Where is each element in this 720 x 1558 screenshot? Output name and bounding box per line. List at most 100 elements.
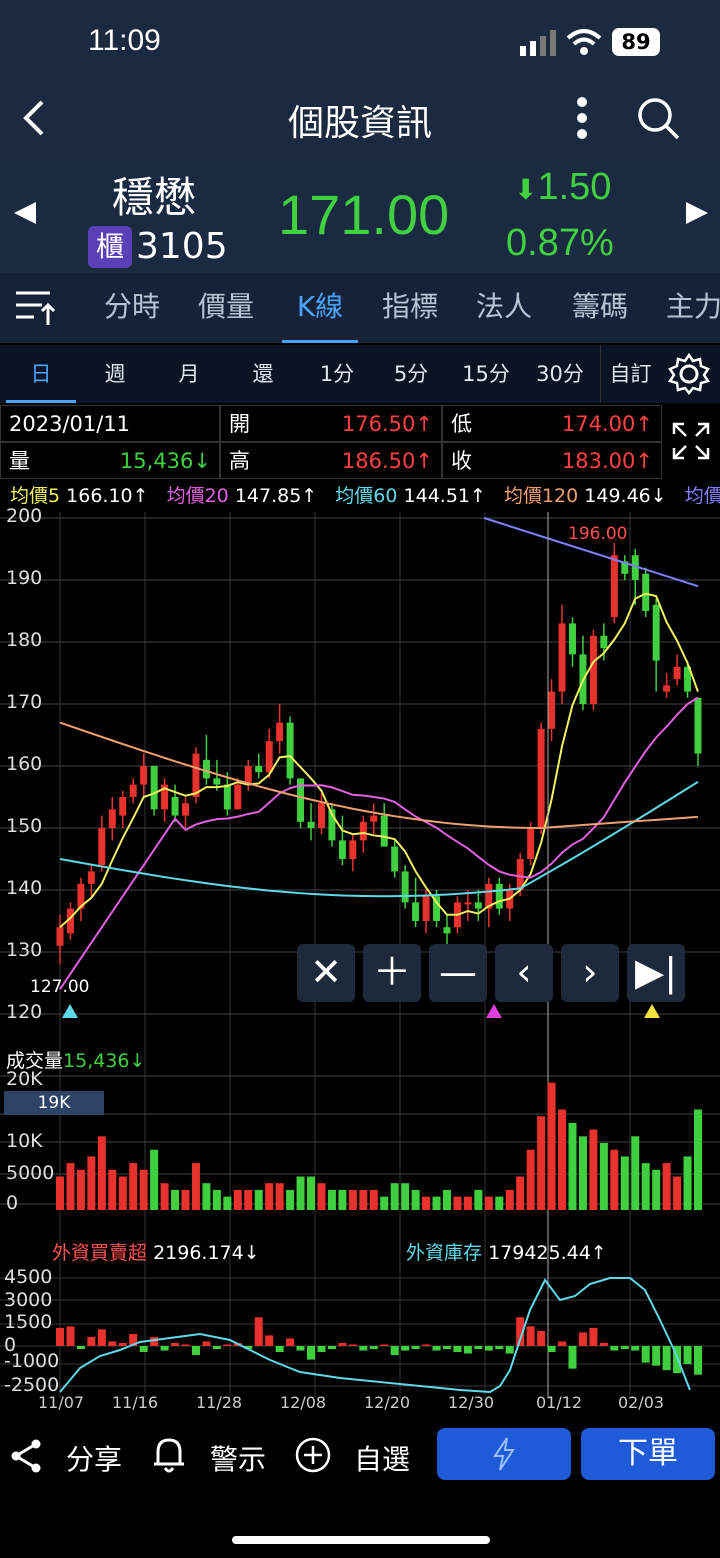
candle-body <box>182 803 190 816</box>
foreign-net-bar <box>97 1329 106 1346</box>
volume-bar <box>171 1189 180 1210</box>
quick-order-button[interactable] <box>437 1428 571 1480</box>
prev-stock-icon[interactable] <box>12 200 38 226</box>
candle-body <box>87 871 95 884</box>
volume-bar <box>505 1189 514 1210</box>
foreign-net-bar <box>432 1346 441 1351</box>
period-15min[interactable]: 15分 <box>450 345 522 403</box>
foreign-net-bar <box>108 1341 117 1346</box>
candle-body <box>673 666 681 680</box>
foreign-net-bar <box>286 1338 295 1346</box>
zoom-out-button[interactable]: — <box>429 944 487 1002</box>
close-chart-button[interactable]: ✕ <box>297 944 355 1002</box>
add-watch-icon[interactable] <box>294 1436 332 1474</box>
period-30min[interactable]: 30分 <box>524 345 596 403</box>
volume-bar <box>694 1109 702 1210</box>
price-axis-160: 160 <box>6 753 43 775</box>
foreign-net-bar <box>223 1344 232 1346</box>
volume-bar <box>547 1082 556 1210</box>
low-label: 低 <box>451 412 472 436</box>
foreign-net-bar <box>87 1336 96 1346</box>
foreign-net-bar <box>254 1317 263 1346</box>
candle-body <box>129 784 137 797</box>
tab-indicator[interactable]: 指標 <box>372 273 448 343</box>
volume-bar <box>474 1189 483 1210</box>
volume-bar <box>296 1176 305 1210</box>
close-value: 183.00↑ <box>561 449 653 473</box>
candle-body <box>412 902 420 921</box>
stock-code: 3105 <box>136 226 228 267</box>
volume-bar <box>599 1143 608 1210</box>
bottom-bar: 分享 警示 自選 下單 <box>0 1410 720 1558</box>
foreign-net-bar <box>171 1342 180 1346</box>
lightning-icon <box>493 1437 515 1471</box>
change-pct: 0.87% <box>506 222 614 264</box>
tab-institutional[interactable]: 法人 <box>466 273 542 343</box>
volume-bar <box>390 1183 399 1210</box>
candle-body <box>255 766 263 773</box>
period-5min[interactable]: 5分 <box>376 345 446 403</box>
change-value: 1.50 <box>537 166 612 208</box>
price-axis-200: 200 <box>6 505 43 527</box>
scroll-left-button[interactable]: ‹ <box>495 944 553 1002</box>
next-stock-icon[interactable] <box>684 200 710 226</box>
period-month[interactable]: 月 <box>154 345 224 403</box>
foreign-net-bar <box>191 1346 200 1356</box>
ma60-label: 均價60 144.51↑ <box>335 485 486 507</box>
vol-axis-20k: 20K <box>6 1068 43 1090</box>
scroll-right-button[interactable]: › <box>561 944 619 1002</box>
foreign-net-bar <box>202 1341 211 1346</box>
low-value: 174.00↑ <box>561 412 653 436</box>
candle-body <box>171 797 179 816</box>
period-day[interactable]: 日 <box>6 345 76 403</box>
candle-body <box>589 635 597 704</box>
price-axis-140: 140 <box>6 877 43 899</box>
search-icon[interactable] <box>636 96 680 140</box>
share-button[interactable]: 分享 <box>66 1438 122 1478</box>
alert-button[interactable]: 警示 <box>210 1438 266 1478</box>
order-button[interactable]: 下單 <box>581 1428 715 1480</box>
sort-menu-icon[interactable] <box>14 289 56 327</box>
candle-body <box>119 797 127 816</box>
zoom-in-button[interactable]: ＋ <box>363 944 421 1002</box>
expand-icon[interactable] <box>670 420 712 462</box>
bell-icon[interactable] <box>152 1436 186 1474</box>
foreign-net-value: 2196.174↓ <box>153 1242 260 1264</box>
candle-body <box>495 883 503 909</box>
share-icon[interactable] <box>10 1438 42 1474</box>
tab-chips[interactable]: 籌碼 <box>562 273 638 343</box>
tab-kline[interactable]: K線 <box>282 273 358 343</box>
scroll-end-button[interactable]: ▶| <box>627 944 685 1002</box>
vol-axis-0: 0 <box>6 1192 19 1214</box>
watchlist-button[interactable]: 自選 <box>354 1438 410 1478</box>
period-week[interactable]: 週 <box>80 345 150 403</box>
candle-body <box>276 722 284 742</box>
price-axis-180: 180 <box>6 629 43 651</box>
candle-body <box>568 623 576 655</box>
period-custom[interactable]: 自訂 <box>600 345 660 403</box>
candle-body <box>558 623 566 692</box>
period-1min[interactable]: 1分 <box>302 345 372 403</box>
period-adjusted[interactable]: 還 <box>228 345 298 403</box>
page-title: 個股資訊 <box>287 103 432 144</box>
volume-bar <box>537 1116 546 1210</box>
tab-price-volume[interactable]: 價量 <box>188 273 264 343</box>
foreign-net-bar <box>327 1346 336 1350</box>
volume-bar <box>568 1122 577 1210</box>
foreign-axis-1500: 1500 <box>4 1311 53 1333</box>
volume-bar <box>495 1196 504 1210</box>
more-icon[interactable] <box>572 96 592 140</box>
tab-major[interactable]: 主力 <box>656 273 720 343</box>
settings-icon[interactable] <box>668 353 710 395</box>
tab-time[interactable]: 分時 <box>94 273 170 343</box>
foreign-net-bar <box>307 1346 316 1360</box>
foreign-net-bar <box>474 1346 483 1350</box>
foreign-net-bar <box>212 1346 221 1350</box>
volume-bar <box>76 1169 85 1210</box>
foreign-net-bar <box>537 1330 546 1346</box>
high-value: 186.50↑ <box>341 449 433 473</box>
foreign-net-bar <box>631 1346 640 1351</box>
candle-body <box>537 728 545 828</box>
candle-body <box>234 784 242 810</box>
foreign-net-bar <box>683 1346 692 1365</box>
